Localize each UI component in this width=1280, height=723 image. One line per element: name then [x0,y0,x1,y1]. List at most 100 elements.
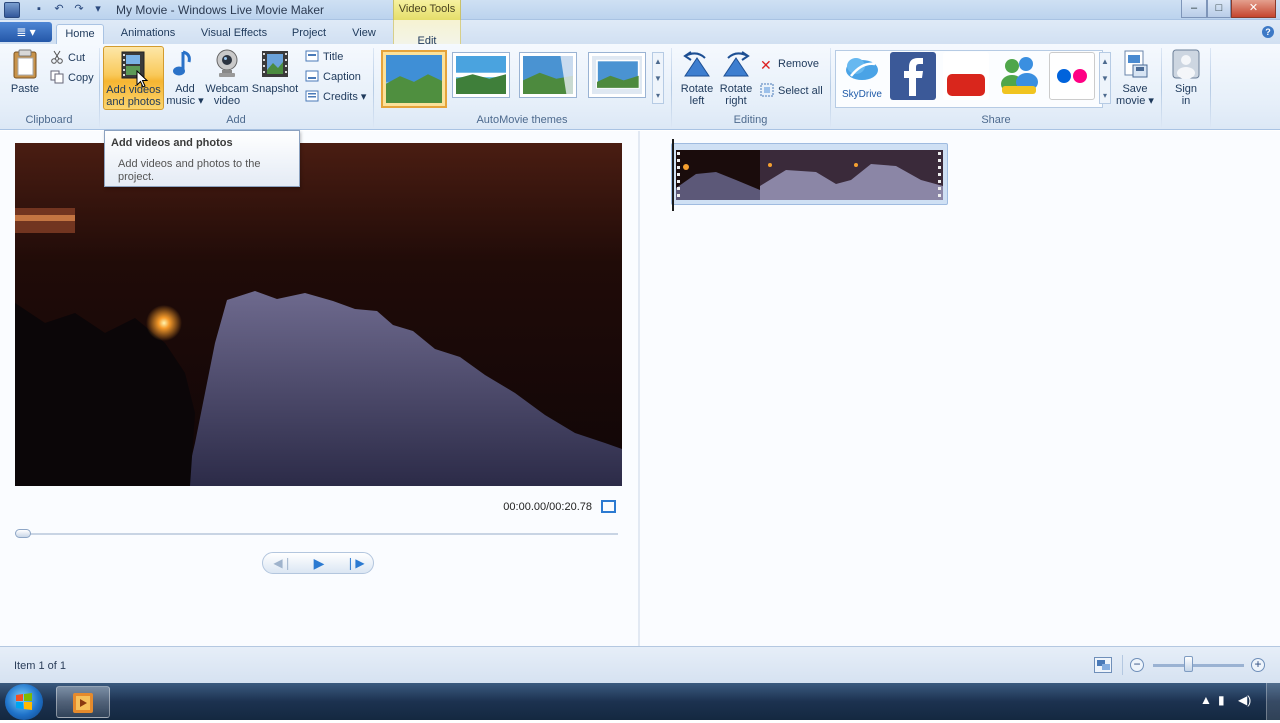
windows-logo-icon [16,693,32,710]
fullscreen-icon[interactable] [601,500,616,513]
add-music-label-line2: music ▾ [166,95,204,107]
save-movie-icon [1124,50,1148,78]
title-button[interactable]: Title [305,48,343,66]
window-title: My Movie - Windows Live Movie Maker [116,3,325,17]
rotate-left-label-line2: left [689,95,705,107]
previous-frame-button[interactable]: ◀❘ [265,553,301,573]
add-videos-photos-button[interactable]: Add videos and photos [103,46,164,110]
zoom-out-button[interactable]: − [1130,658,1144,672]
clip-filmstrip [676,150,943,200]
cut-label: Cut [68,52,86,64]
theme-preview-image [456,56,506,94]
redo-icon[interactable]: ↷ [73,3,85,15]
play-button[interactable]: ▶ [301,553,337,573]
facebook-icon [904,58,923,96]
zoom-slider-thumb[interactable] [1184,656,1194,672]
tab-visual-effects[interactable]: Visual Effects [194,24,274,44]
status-separator [1122,655,1123,675]
video-tools-contextual-header: Video Tools [393,0,461,20]
automovie-theme-2[interactable] [452,52,510,98]
caption-button[interactable]: Caption [305,68,361,86]
paste-button[interactable]: Paste [6,46,44,110]
share-group-label: Share [981,114,1011,126]
rotate-left-button[interactable]: Rotate left [678,46,716,110]
tab-animations[interactable]: Animations [112,24,184,44]
skydrive-cloud-icon [846,58,878,80]
taskbar-movie-maker-button[interactable] [56,686,110,718]
close-button[interactable]: ✕ [1231,0,1276,18]
automovie-group-label: AutoMovie themes [476,114,568,126]
rotate-right-button[interactable]: Rotate right [717,46,755,110]
cut-button[interactable]: Cut [50,49,85,67]
main-workspace: 00:00.00/00:20.78 ◀❘ ▶ ❘▶ [0,131,1280,646]
tab-view[interactable]: View [342,24,386,44]
share-scroll-buttons[interactable]: ▲ ▼ ▾ [1099,52,1111,104]
automovie-theme-1[interactable] [381,50,447,108]
add-music-label-line1: Add [175,83,195,95]
skydrive-button[interactable]: SkyDrive [839,52,885,100]
tray-show-hidden-icon[interactable]: ▲ [1200,693,1212,707]
music-note-icon [173,50,191,76]
group-separator [1161,48,1162,128]
webcam-label-line1: Webcam [205,83,249,95]
facebook-button[interactable] [890,52,936,100]
flickr-icon [1057,69,1087,83]
snapshot-button[interactable]: Snapshot [250,46,300,110]
gallery-scroll-buttons[interactable]: ▲ ▼ ▾ [652,52,664,104]
add-music-button[interactable]: Add music ▾ [166,46,204,110]
playback-controls: ◀❘ ▶ ❘▶ [262,552,374,574]
mouse-cursor-icon [136,70,148,88]
paste-icon [13,49,37,79]
help-icon[interactable]: ? [1262,26,1274,38]
undo-icon[interactable]: ↶ [53,3,65,15]
pane-splitter[interactable] [638,131,640,646]
video-preview[interactable] [15,143,622,486]
theme-preview-image [386,55,442,103]
show-desktop-button[interactable] [1266,683,1280,720]
seek-bar-track[interactable] [18,533,618,535]
title-bar: ▪ ↶ ↷ ▾ My Movie - Windows Live Movie Ma… [0,0,1280,20]
caption-label: Caption [323,71,361,83]
start-button[interactable] [5,684,43,720]
seek-bar-thumb[interactable] [15,529,31,538]
zoom-slider-track[interactable] [1153,664,1244,667]
tab-edit[interactable]: Edit [393,20,461,47]
automovie-theme-4[interactable] [588,52,646,98]
youtube-button[interactable] [943,52,989,100]
next-frame-button[interactable]: ❘▶ [337,553,373,573]
tooltip-add-videos: Add videos and photos Add videos and pho… [104,130,300,187]
automovie-theme-3[interactable] [519,52,577,98]
select-all-button[interactable]: Select all [760,82,823,100]
status-bar: Item 1 of 1 − + [0,646,1280,683]
save-icon[interactable]: ▪ [33,3,45,15]
credits-icon [305,89,319,103]
volume-icon[interactable]: ◀) [1238,693,1251,707]
credits-button[interactable]: Credits ▾ [305,88,366,106]
tab-home[interactable]: Home [56,24,104,44]
tab-project[interactable]: Project [284,24,334,44]
save-movie-button[interactable]: Save movie ▾ [1114,46,1156,110]
customize-quick-access-icon[interactable]: ▾ [92,3,104,15]
title-icon [305,49,319,63]
snapshot-label: Snapshot [251,83,299,95]
minimize-button[interactable]: – [1181,0,1207,18]
copy-button[interactable]: Copy [50,69,94,87]
webcam-video-button[interactable]: Webcam video [205,46,249,110]
sign-in-label-line1: Sign [1174,83,1198,95]
snapshot-icon [262,51,288,77]
tooltip-body: Add videos and photos to the project. [118,158,261,183]
movie-maker-app-icon[interactable] [4,2,20,18]
remove-button[interactable]: ✕ Remove [760,55,819,73]
group-separator [1210,48,1211,128]
sign-in-button[interactable]: Sign in [1166,46,1206,110]
maximize-button[interactable]: □ [1207,0,1231,18]
zoom-in-button[interactable]: + [1251,658,1265,672]
webcam-icon [216,49,238,77]
flickr-button[interactable] [1049,52,1095,100]
storyboard-view-icon[interactable] [1094,657,1112,673]
app-menu-button[interactable]: ≣ ▾ [0,22,52,42]
storyboard-clip[interactable] [671,143,948,205]
theme-preview-image [592,56,642,94]
messenger-button[interactable] [996,52,1042,100]
network-icon[interactable]: ▮ [1218,693,1225,707]
